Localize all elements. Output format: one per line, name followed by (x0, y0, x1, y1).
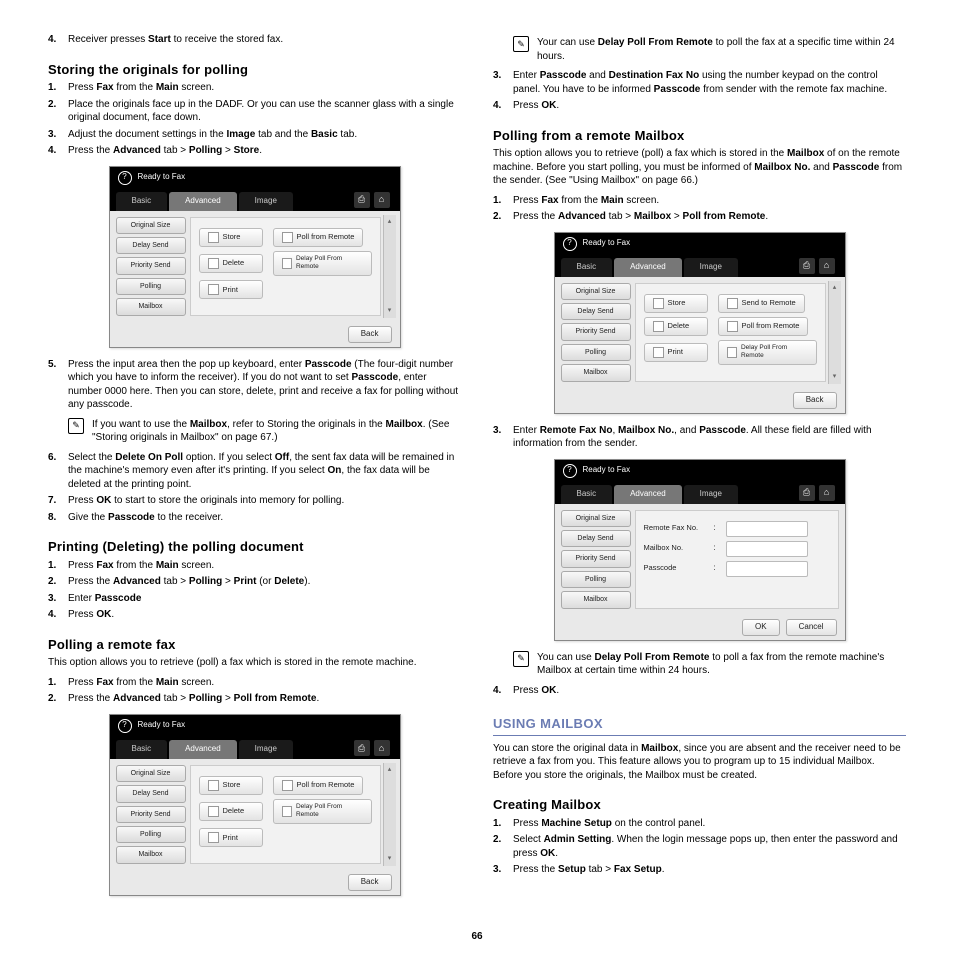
page-number: 66 (48, 930, 906, 944)
screenshot-mailbox-fields: ?Ready to Fax Basic Advanced Image ⎙⌂ Or… (554, 459, 846, 641)
remote-fax-input[interactable] (726, 521, 808, 537)
list-mailbox: 1.Press Fax from the Main screen. 2.Pres… (493, 194, 906, 224)
cancel-button[interactable]: Cancel (786, 619, 837, 636)
side-polling[interactable]: Polling (116, 278, 186, 295)
side-original-size[interactable]: Original Size (116, 217, 186, 234)
note-mailbox-ref: ✎ If you want to use the Mailbox, refer … (68, 418, 461, 445)
usb-icon[interactable]: ⎙ (354, 192, 370, 208)
list-storing: 1.Press Fax from the Main screen. 2.Plac… (48, 81, 461, 158)
list-continuation: 4.Receiver presses Start to receive the … (48, 33, 461, 47)
list-printing: 1.Press Fax from the Main screen. 2.Pres… (48, 559, 461, 622)
list-item-text: Receiver presses Start to receive the st… (68, 34, 283, 45)
tab-image[interactable]: Image (239, 192, 293, 211)
delete-button[interactable]: Delete (199, 254, 263, 273)
heading-using-mailbox: USING MAILBOX (493, 715, 906, 736)
help-icon: ? (118, 171, 132, 185)
help-icon: ? (563, 464, 577, 478)
list-mailbox-cont: 3.Enter Remote Fax No, Mailbox No., and … (493, 424, 906, 451)
screenshot-polling-store: ?Ready to Fax Basic Advanced Image ⎙⌂ Or… (109, 166, 401, 348)
tab-basic[interactable]: Basic (116, 192, 168, 211)
home-icon[interactable]: ⌂ (374, 192, 390, 208)
mailbox-body: This option allows you to retrieve (poll… (493, 147, 906, 188)
list-mailbox-cont2: 4.Press OK. (493, 684, 906, 698)
screenshot-mailbox-options: ?Ready to Fax Basic Advanced Image ⎙⌂ Or… (554, 232, 846, 414)
store-button[interactable]: Store (199, 228, 263, 247)
right-column: ✎ Your can use Delay Poll From Remote to… (493, 30, 906, 906)
list-remote: 1.Press Fax from the Main screen. 2.Pres… (48, 676, 461, 706)
list-storing-cont: 5.Press the input area then the pop up k… (48, 358, 461, 412)
list-storing-cont2: 6.Select the Delete On Poll option. If y… (48, 451, 461, 525)
note-delay-poll-mailbox: ✎ You can use Delay Poll From Remote to … (513, 651, 906, 678)
passcode-input[interactable] (726, 561, 808, 577)
heading-mailbox: Polling from a remote Mailbox (493, 127, 906, 145)
note-delay-poll: ✎ Your can use Delay Poll From Remote to… (513, 36, 906, 63)
side-priority-send[interactable]: Priority Send (116, 257, 186, 274)
ok-button[interactable]: OK (742, 619, 780, 636)
list-remote-cont: 3.Enter Passcode and Destination Fax No … (493, 69, 906, 113)
heading-storing: Storing the originals for polling (48, 61, 461, 79)
heading-creating: Creating Mailbox (493, 796, 906, 814)
list-creating: 1.Press Machine Setup on the control pan… (493, 817, 906, 877)
note-icon: ✎ (68, 418, 84, 434)
tab-advanced[interactable]: Advanced (169, 192, 237, 211)
screenshot-polling-remote: ?Ready to Fax Basic Advanced Image ⎙⌂ Or… (109, 714, 401, 896)
note-icon: ✎ (513, 651, 529, 667)
heading-printing: Printing (Deleting) the polling document (48, 538, 461, 556)
delay-poll-button[interactable]: Delay Poll From Remote (273, 251, 372, 277)
left-column: 4.Receiver presses Start to receive the … (48, 30, 461, 906)
using-body: You can store the original data in Mailb… (493, 742, 906, 783)
help-icon: ? (118, 719, 132, 733)
back-button[interactable]: Back (348, 326, 392, 343)
side-delay-send[interactable]: Delay Send (116, 237, 186, 254)
poll-remote-button[interactable]: Poll from Remote (273, 228, 364, 247)
note-icon: ✎ (513, 36, 529, 52)
heading-remote: Polling a remote fax (48, 636, 461, 654)
side-mailbox[interactable]: Mailbox (116, 298, 186, 315)
help-icon: ? (563, 237, 577, 251)
remote-body: This option allows you to retrieve (poll… (48, 656, 461, 670)
mailbox-no-input[interactable] (726, 541, 808, 557)
print-button[interactable]: Print (199, 280, 263, 299)
